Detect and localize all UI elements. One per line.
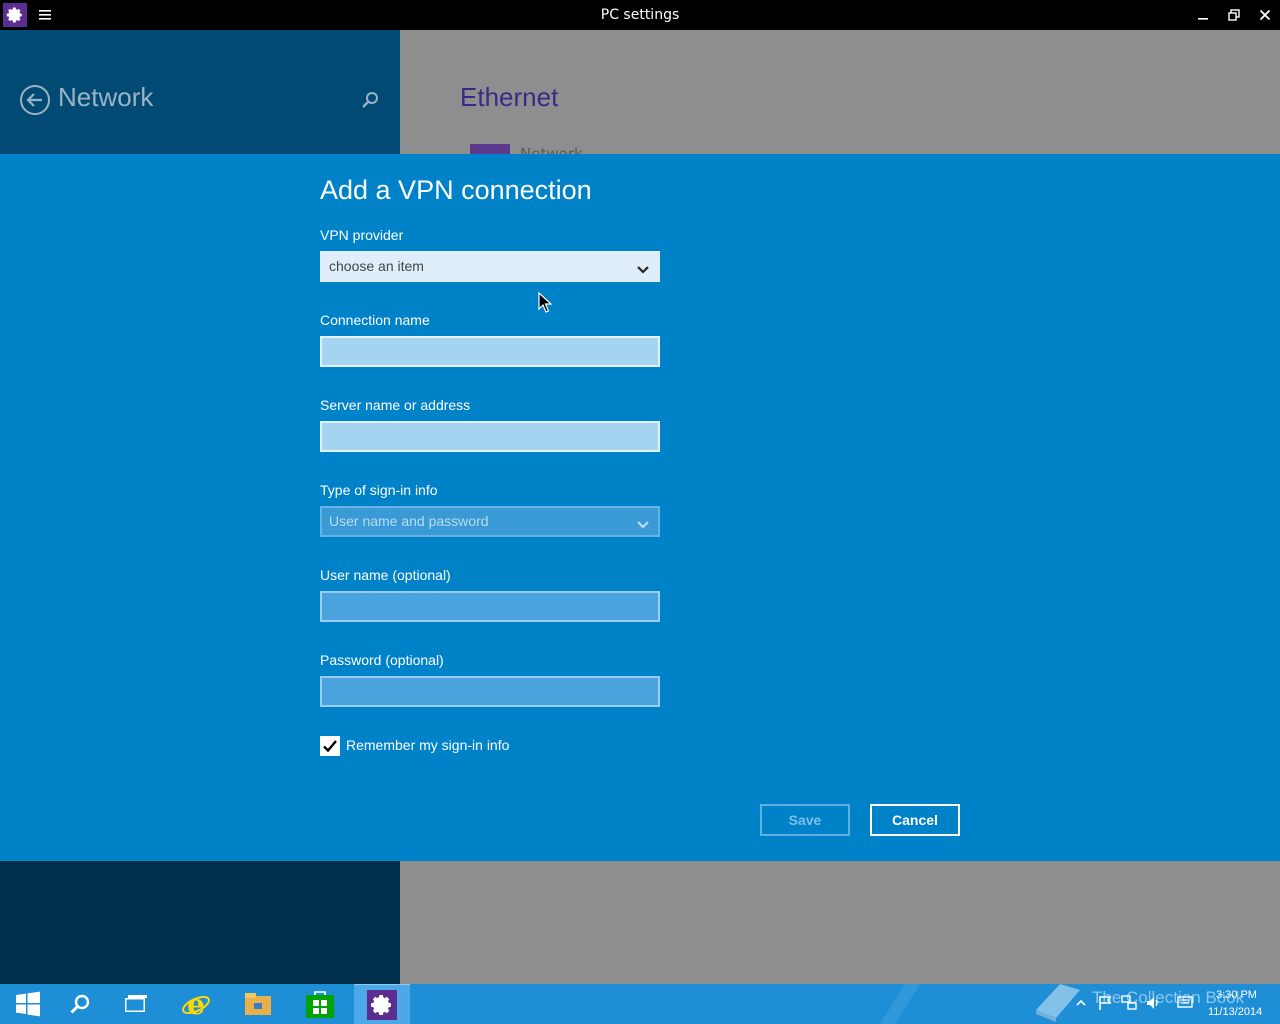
title-bar: PC settings: [0, 0, 1280, 30]
mouse-cursor-icon: [538, 291, 553, 314]
notification-icon[interactable]: [1176, 994, 1194, 1012]
vpn-provider-value: choose an item: [329, 258, 424, 274]
back-arrow-icon[interactable]: [19, 84, 51, 116]
show-hidden-icons-icon[interactable]: [1072, 994, 1090, 1012]
server-label: Server name or address: [320, 397, 471, 413]
clock-date[interactable]: 11/13/2014: [1208, 1006, 1262, 1018]
password-label: Password (optional): [320, 652, 444, 668]
store-icon[interactable]: [292, 984, 348, 1024]
connection-name-input[interactable]: [320, 336, 660, 367]
start-icon[interactable]: [0, 984, 56, 1024]
checkmark-icon: [323, 740, 337, 753]
clock-time[interactable]: 3:30 PM: [1216, 989, 1257, 1001]
volume-icon[interactable]: [1144, 994, 1162, 1012]
internet-explorer-icon[interactable]: e: [168, 984, 224, 1024]
svg-text:e: e: [187, 989, 205, 1019]
network-tile-icon: [470, 144, 510, 154]
chevron-down-icon: [636, 516, 650, 529]
action-center-flag-icon[interactable]: [1096, 994, 1114, 1012]
username-input[interactable]: [320, 591, 660, 622]
file-explorer-icon[interactable]: [230, 984, 286, 1024]
search-icon[interactable]: [52, 984, 108, 1024]
taskbar-stripe: [860, 984, 920, 1024]
server-input[interactable]: [320, 421, 660, 452]
close-button[interactable]: [1250, 0, 1280, 30]
restore-button[interactable]: [1219, 0, 1249, 30]
minimize-button[interactable]: [1188, 0, 1218, 30]
window-title: PC settings: [600, 7, 680, 23]
network-tray-icon[interactable]: [1120, 994, 1138, 1012]
task-view-icon[interactable]: [108, 984, 164, 1024]
remember-label: Remember my sign-in info: [346, 737, 510, 753]
section-title: Ethernet: [460, 82, 559, 112]
network-item-label: Network: [520, 145, 583, 154]
username-label: User name (optional): [320, 567, 451, 583]
vpn-provider-label: VPN provider: [320, 227, 404, 243]
signin-type-label: Type of sign-in info: [320, 482, 438, 498]
remember-checkbox[interactable]: [320, 736, 340, 756]
password-input[interactable]: [320, 676, 660, 707]
connection-name-label: Connection name: [320, 312, 430, 328]
signin-type-select[interactable]: User name and password: [320, 506, 660, 537]
chevron-down-icon: [636, 261, 650, 274]
save-button[interactable]: Save: [760, 804, 850, 836]
settings-taskbar-icon[interactable]: [354, 984, 410, 1024]
dialog-title: Add a VPN connection: [320, 175, 592, 205]
search-icon[interactable]: [360, 90, 380, 110]
screen: PC settings Network Ethernet Network Add…: [0, 0, 1280, 1024]
page-title: Network: [58, 82, 154, 112]
vpn-provider-select[interactable]: choose an item: [320, 251, 660, 282]
signin-type-value: User name and password: [329, 513, 489, 529]
cancel-button[interactable]: Cancel: [870, 804, 960, 836]
